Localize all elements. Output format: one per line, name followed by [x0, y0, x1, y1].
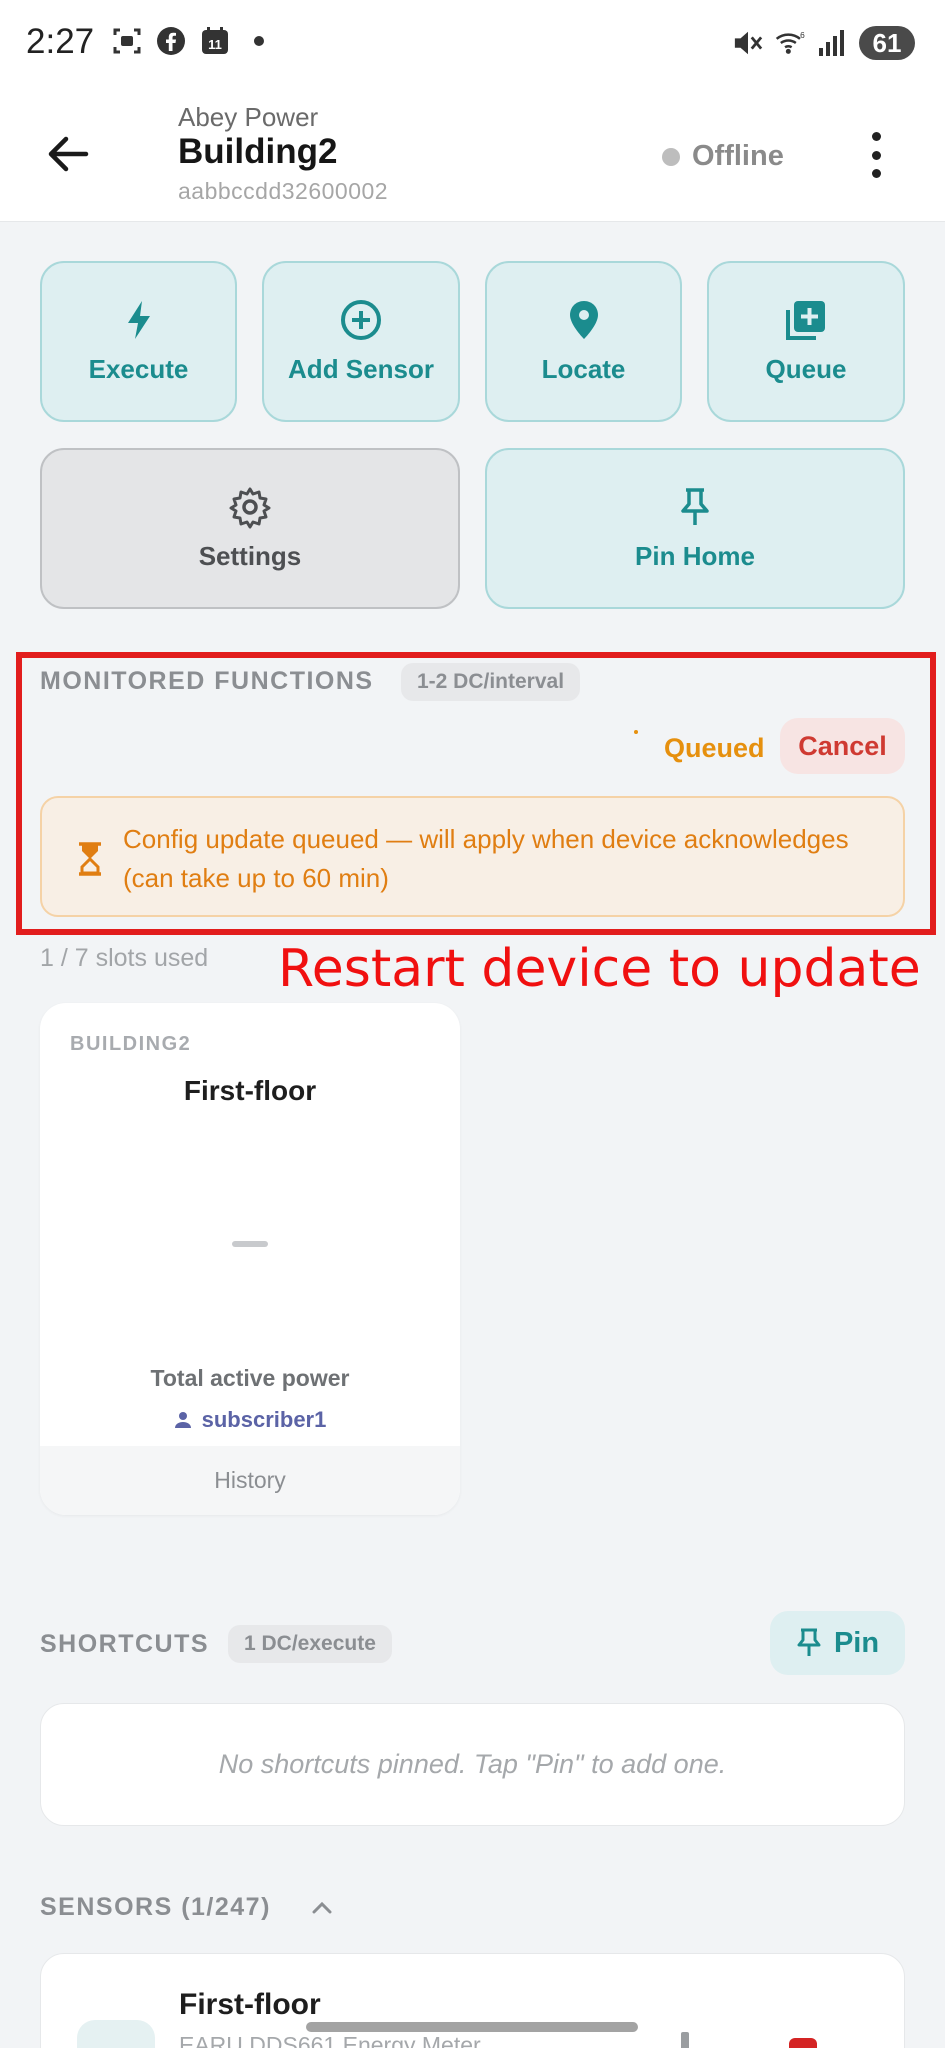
annotation-highlight-box	[16, 652, 936, 935]
sensor-title: First-floor	[179, 1988, 321, 2021]
more-options-icon[interactable]	[866, 132, 886, 178]
gear-icon	[229, 487, 271, 529]
sensor-delete-icon[interactable]	[789, 2038, 817, 2048]
sensor-subtitle: EARU DDS661 Energy Meter	[179, 2032, 481, 2048]
svg-text:6: 6	[800, 30, 805, 40]
signal-icon	[817, 28, 847, 58]
org-name: Abey Power	[178, 102, 319, 132]
screenshot-icon	[112, 26, 142, 56]
status-dot-icon	[662, 147, 680, 166]
svg-text:11: 11	[208, 37, 222, 52]
locate-label: Locate	[541, 354, 626, 384]
status-icons-left: 11	[112, 26, 264, 56]
function-card-value-empty	[232, 1241, 268, 1247]
plus-circle-icon	[341, 300, 381, 340]
pin-home-label: Pin Home	[635, 541, 755, 571]
wifi-icon: 6	[775, 28, 805, 58]
execute-button[interactable]: Execute	[40, 261, 237, 422]
page-title: Building2	[178, 132, 338, 171]
settings-label: Settings	[198, 541, 302, 571]
person-icon	[174, 1412, 191, 1428]
function-card-device: BUILDING2	[70, 1033, 192, 1055]
shortcuts-empty-text: No shortcuts pinned. Tap "Pin" to add on…	[218, 1749, 727, 1779]
sensor-card[interactable]: First-floor EARU DDS661 Energy Meter	[40, 1953, 905, 2048]
back-arrow-icon[interactable]	[42, 128, 94, 180]
queue-button[interactable]: Queue	[707, 261, 905, 422]
mute-icon	[733, 28, 763, 58]
pin-shortcut-button[interactable]: Pin	[770, 1611, 905, 1675]
annotation-text: Restart device to update	[278, 939, 921, 999]
shortcuts-empty-state: No shortcuts pinned. Tap "Pin" to add on…	[40, 1703, 905, 1826]
status-time: 2:27	[26, 22, 95, 61]
function-card[interactable]: BUILDING2 First-floor Total active power…	[40, 1003, 460, 1515]
function-card-metric: Total active power	[150, 1365, 350, 1391]
function-card-user: subscriber1	[40, 1407, 460, 1433]
app-bar: Abey Power Building2 aabbccdd32600002 Of…	[0, 88, 945, 222]
add-sensor-label: Add Sensor	[288, 354, 434, 384]
device-status: Offline	[662, 140, 784, 173]
bolt-icon	[127, 301, 150, 339]
status-label: Offline	[692, 140, 784, 172]
execute-label: Execute	[88, 354, 189, 384]
function-card-user-name: subscriber1	[201, 1407, 327, 1432]
device-id: aabbccdd32600002	[178, 178, 389, 204]
function-card-title: First-floor	[183, 1075, 317, 1106]
queue-add-icon	[786, 301, 825, 340]
slots-used: 1 / 7 slots used	[40, 944, 209, 972]
locate-button[interactable]: Locate	[485, 261, 682, 422]
chevron-up-icon[interactable]	[310, 1896, 334, 1920]
settings-button[interactable]: Settings	[40, 448, 460, 609]
pin-shortcut-label: Pin	[833, 1626, 880, 1659]
calendar-icon: 11	[200, 26, 230, 56]
queue-label: Queue	[765, 354, 847, 384]
pushpin-icon	[797, 1628, 821, 1656]
facebook-icon	[156, 26, 186, 56]
home-indicator[interactable]	[306, 2022, 638, 2032]
history-button[interactable]: History	[40, 1446, 460, 1515]
sensor-icon	[77, 2020, 155, 2048]
location-pin-icon	[569, 301, 598, 339]
shortcuts-rate-chip: 1 DC/execute	[228, 1625, 392, 1663]
status-bar: 2:27 11 6 61	[0, 0, 945, 88]
shortcuts-heading: SHORTCUTS	[40, 1630, 210, 1658]
add-sensor-button[interactable]: Add Sensor	[262, 261, 460, 422]
notification-dot	[254, 36, 264, 46]
pushpin-icon	[681, 488, 709, 525]
status-icons-right: 6 61	[733, 26, 915, 60]
pin-home-button[interactable]: Pin Home	[485, 448, 905, 609]
battery-indicator: 61	[859, 26, 915, 60]
sensors-heading: SENSORS (1/247)	[40, 1893, 271, 1921]
sensor-pin-icon[interactable]	[681, 2032, 689, 2048]
